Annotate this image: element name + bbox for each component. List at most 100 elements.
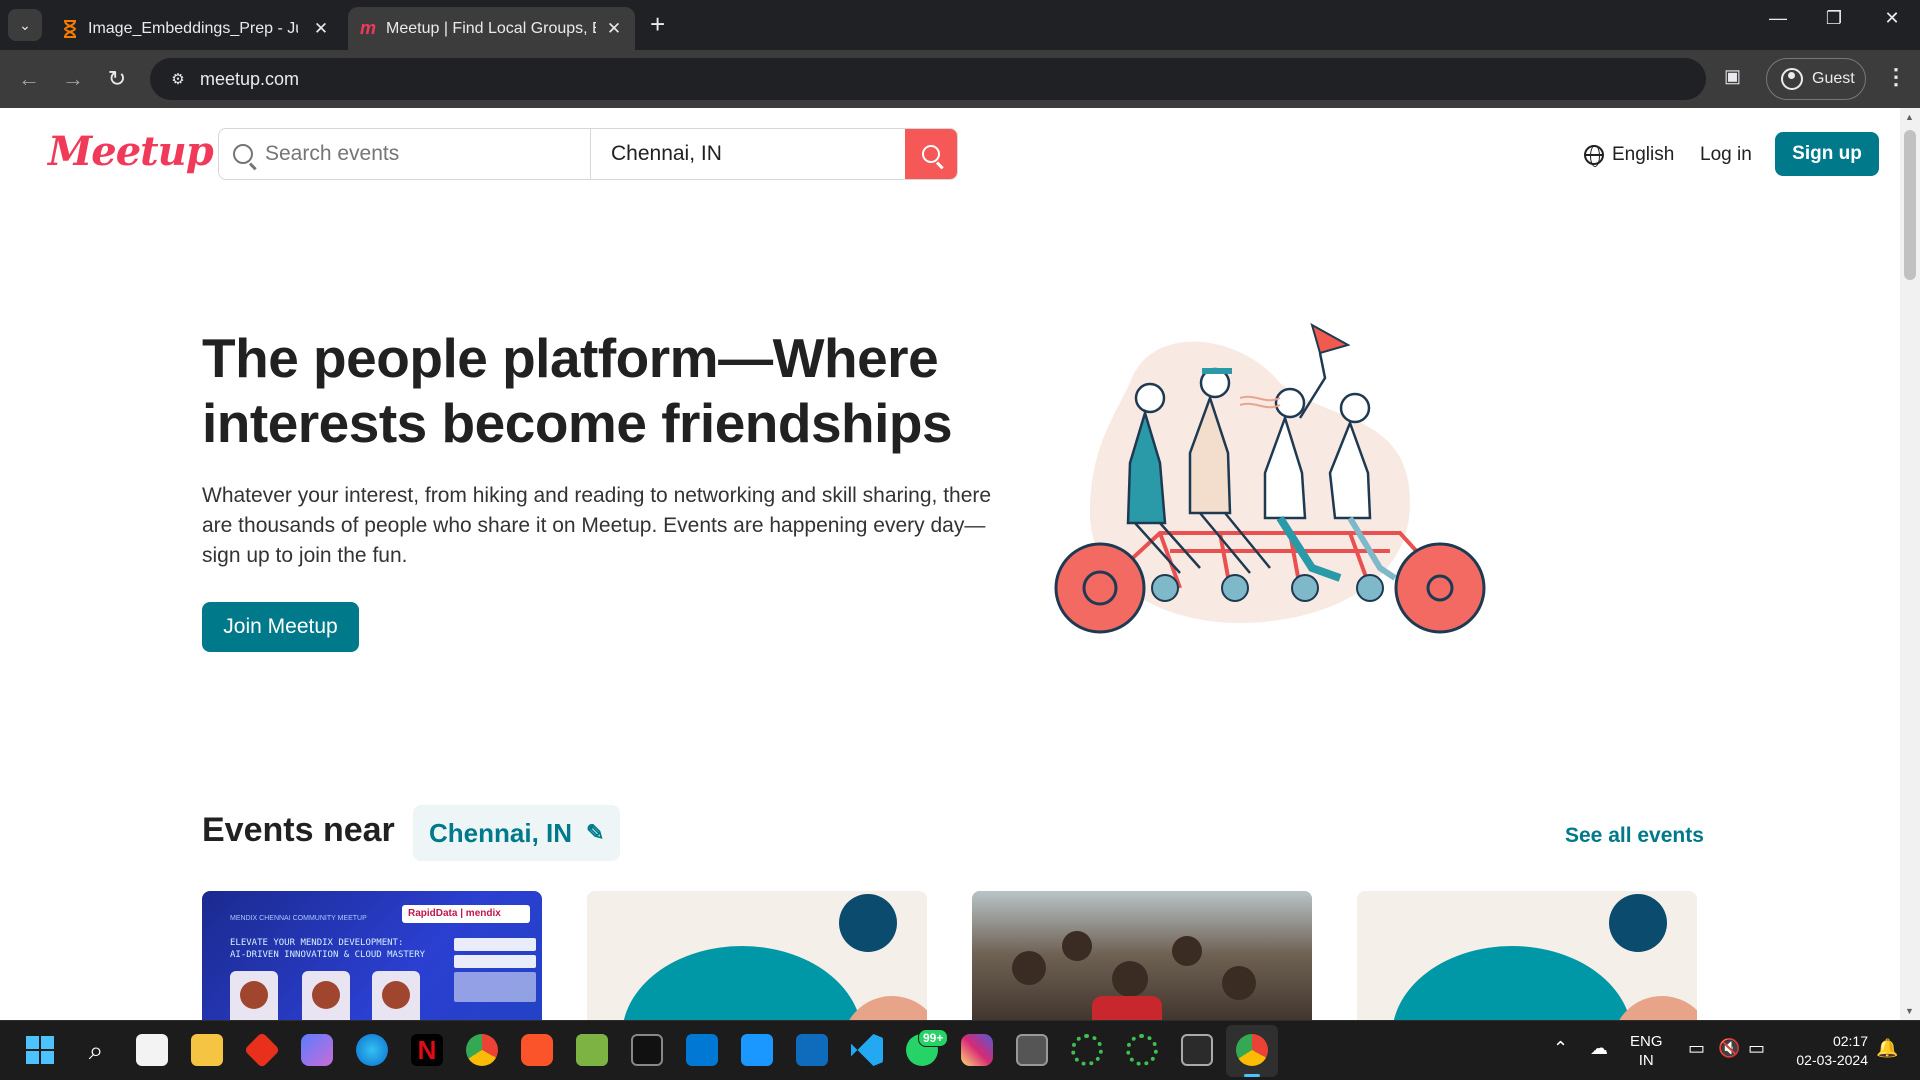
browser-toolbar: ← → ↻ ⚙ meetup.com ▣ Guest ⋮: [0, 50, 1920, 108]
page-viewport: Meetup Search events Chennai, IN English…: [0, 108, 1900, 1020]
person-in-photo: [1112, 961, 1148, 997]
loading-app-icon[interactable]: [1126, 1034, 1158, 1066]
chevron-up-icon[interactable]: ⌃: [1553, 1038, 1568, 1059]
input-language[interactable]: ENG IN: [1630, 1032, 1663, 1070]
search-icon[interactable]: ⌕: [80, 1034, 112, 1066]
chrome-icon[interactable]: [466, 1034, 498, 1066]
reload-icon[interactable]: ↻: [102, 64, 132, 94]
search-button[interactable]: [905, 129, 957, 179]
address-bar[interactable]: ⚙ meetup.com: [150, 58, 1706, 100]
app-red-diamond-icon[interactable]: [243, 1031, 281, 1069]
notification-bell-icon[interactable]: 🔔: [1876, 1038, 1898, 1059]
outlook-icon[interactable]: [796, 1034, 828, 1066]
join-meetup-button[interactable]: Join Meetup: [202, 602, 359, 652]
language-selector[interactable]: English: [1584, 144, 1674, 167]
hero-description: Whatever your interest, from hiking and …: [202, 484, 992, 567]
search-bar: Search events Chennai, IN: [218, 128, 958, 180]
events-heading: Events near: [202, 811, 395, 849]
battery-icon[interactable]: ▭: [1748, 1038, 1765, 1059]
windows-start-icon[interactable]: [24, 1034, 56, 1066]
person-in-photo: [1222, 966, 1256, 1000]
store-icon[interactable]: [136, 1034, 168, 1066]
tab-search-button[interactable]: ⌄: [8, 9, 42, 41]
meetup-icon: m: [360, 18, 377, 38]
onedrive-icon[interactable]: ☁: [1590, 1038, 1608, 1059]
network-icon[interactable]: ▭: [1688, 1038, 1705, 1059]
profile-label: Guest: [1812, 70, 1855, 87]
terminal-icon[interactable]: [1181, 1034, 1213, 1066]
scroll-down-icon[interactable]: ▼: [1905, 1006, 1914, 1016]
netflix-icon[interactable]: N: [411, 1034, 443, 1066]
file-explorer-icon[interactable]: [191, 1034, 223, 1066]
tab-meetup[interactable]: m Meetup | Find Local Groups, Events ✕: [348, 7, 635, 50]
clock[interactable]: 02:17 02-03-2024: [1780, 1032, 1868, 1070]
scrollbar-thumb[interactable]: [1904, 130, 1916, 280]
brave-icon[interactable]: [521, 1034, 553, 1066]
globe-icon: [1584, 145, 1604, 167]
edit-icon: ✎: [586, 820, 605, 845]
app-blue-icon[interactable]: [686, 1034, 718, 1066]
placeholder-shape: [1392, 946, 1632, 1020]
card-info-panel: [454, 938, 536, 1008]
person-in-photo: [1012, 951, 1046, 985]
page-scrollbar[interactable]: ▲ ▼: [1900, 108, 1920, 1020]
vscode-icon[interactable]: [851, 1034, 883, 1066]
url-text[interactable]: meetup.com: [200, 69, 299, 90]
profile-icon: [1781, 68, 1803, 90]
terminal-window-icon[interactable]: [631, 1034, 663, 1066]
side-panel-icon[interactable]: ▣: [1724, 66, 1741, 87]
prime-video-icon[interactable]: [741, 1034, 773, 1066]
placeholder-shape: [839, 894, 897, 952]
events-location: Chennai, IN: [429, 817, 573, 848]
location-value: Chennai, IN: [611, 142, 722, 165]
person-in-photo: [1062, 931, 1092, 961]
edge-icon[interactable]: [356, 1034, 388, 1066]
search-icon: [233, 144, 253, 164]
loading-app-icon[interactable]: [1071, 1034, 1103, 1066]
close-tab-icon[interactable]: ✕: [312, 19, 330, 39]
event-card[interactable]: MENDIX CHENNAI COMMUNITY MEETUP RapidDat…: [202, 891, 542, 1020]
hero-title: The people platform—Where interests beco…: [202, 327, 953, 454]
active-app-indicator: [1244, 1074, 1260, 1077]
volume-muted-icon[interactable]: 🔇: [1718, 1038, 1740, 1059]
speaker-photo: [230, 971, 278, 1020]
event-card[interactable]: [1357, 891, 1697, 1020]
event-card[interactable]: [972, 891, 1312, 1020]
signup-button[interactable]: Sign up: [1775, 132, 1879, 176]
tab-title: Meetup | Find Local Groups, Events: [386, 19, 596, 37]
close-window-icon[interactable]: ✕: [1872, 8, 1912, 29]
minimize-icon[interactable]: —: [1758, 8, 1798, 29]
card-top-label: MENDIX CHENNAI COMMUNITY MEETUP: [230, 915, 367, 922]
tab-jupyter[interactable]: Image_Embeddings_Prep - Jupyter ✕: [50, 7, 342, 50]
scroll-up-icon[interactable]: ▲: [1905, 112, 1914, 122]
new-tab-icon[interactable]: +: [650, 10, 665, 38]
close-tab-icon[interactable]: ✕: [605, 19, 623, 39]
event-card[interactable]: [587, 891, 927, 1020]
placeholder-shape: [1609, 894, 1667, 952]
copilot-icon[interactable]: [301, 1034, 333, 1066]
events-location-chip[interactable]: Chennai, IN ✎: [413, 805, 621, 861]
profile-button[interactable]: Guest: [1766, 58, 1866, 100]
instagram-icon[interactable]: [961, 1034, 993, 1066]
card-title: ELEVATE YOUR MENDIX DEVELOPMENT: AI-DRIV…: [230, 938, 426, 960]
meetup-logo[interactable]: Meetup: [48, 128, 214, 175]
back-icon[interactable]: ←: [14, 64, 44, 94]
site-info-icon[interactable]: ⚙: [158, 70, 198, 88]
restore-icon[interactable]: ❐: [1814, 8, 1854, 29]
person-in-photo: [1172, 936, 1202, 966]
windows-taskbar: ⌕ N 99+ ⌃ ☁ ENG IN ▭ 🔇 ▭ 02:17 02-03-202…: [0, 1020, 1920, 1080]
tandem-bike-illustration: [1054, 323, 1486, 634]
location-input[interactable]: Chennai, IN: [591, 129, 905, 179]
browser-tab-strip: ⌄ Image_Embeddings_Prep - Jupyter ✕ m Me…: [0, 0, 1920, 50]
see-all-events-link[interactable]: See all events: [1565, 824, 1704, 848]
speaker-photo: [372, 971, 420, 1020]
chrome-icon[interactable]: [1236, 1034, 1268, 1066]
search-placeholder: Search events: [265, 142, 400, 165]
app-window-icon[interactable]: [1016, 1034, 1048, 1066]
browser-menu-icon[interactable]: ⋮: [1885, 64, 1907, 90]
login-link[interactable]: Log in: [1700, 144, 1752, 166]
image-viewer-icon[interactable]: [576, 1034, 608, 1066]
placeholder-shape: [622, 946, 862, 1020]
search-events-input[interactable]: Search events: [219, 129, 591, 179]
forward-icon[interactable]: →: [58, 64, 88, 94]
